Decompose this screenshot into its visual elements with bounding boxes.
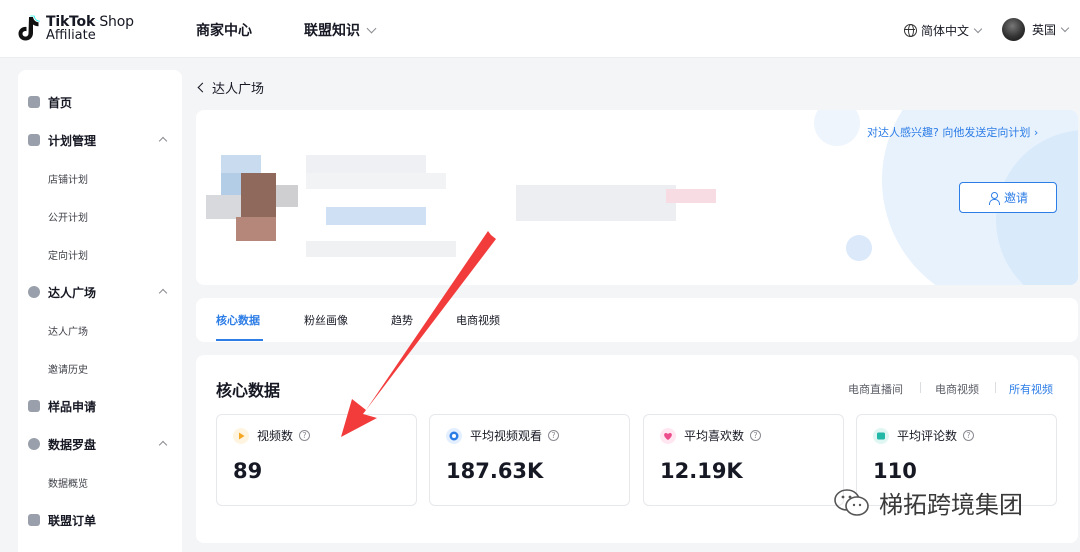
add-user-icon (988, 191, 1000, 205)
tab-ecommerce-videos[interactable]: 电商视频 (456, 312, 500, 328)
divider (920, 382, 921, 393)
globe-icon (904, 24, 917, 37)
sidebar-item-targeted-plan[interactable]: 定向计划 (28, 242, 178, 266)
region-label: 英国 (1032, 23, 1057, 37)
comment-icon (873, 427, 889, 444)
sample-icon (28, 400, 40, 412)
active-tab-indicator (216, 339, 263, 341)
blurred-creator-info (306, 155, 726, 257)
detail-tabs: 核心数据 粉丝画像 趋势 电商视频 (196, 298, 1078, 342)
filter-all-videos[interactable]: 所有视频 (1009, 381, 1053, 397)
avatar (1002, 18, 1025, 41)
chevron-left-icon (197, 82, 208, 93)
creator-profile-card: 对达人感兴趣? 向他发送定向计划 › 邀请 (196, 110, 1078, 285)
help-icon[interactable]: ? (299, 430, 311, 441)
logo-affiliate: Affiliate (46, 28, 96, 43)
chevron-down-icon (973, 24, 983, 33)
metric-card-video-count: 视频数 ? 89 (216, 414, 417, 506)
tiktok-note-icon (18, 14, 42, 44)
sidebar-item-store-plan[interactable]: 店铺计划 (28, 166, 178, 190)
order-icon (28, 514, 40, 526)
metric-value: 187.63K (446, 459, 544, 483)
tab-trends[interactable]: 趋势 (391, 312, 413, 328)
eye-icon (446, 427, 462, 444)
help-icon[interactable]: ? (548, 430, 560, 441)
invite-button[interactable]: 邀请 (959, 182, 1057, 213)
account-menu[interactable]: 英国 (1002, 18, 1070, 41)
help-icon[interactable]: ? (963, 430, 975, 441)
metric-label: 平均评论数 (897, 429, 958, 443)
language-selector[interactable]: 简体中文 (904, 22, 983, 39)
sidebar-group-plan-management[interactable]: 计划管理 (28, 128, 178, 152)
plan-icon (28, 134, 40, 146)
sidebar-item-sample-request[interactable]: 样品申请 (28, 394, 178, 418)
play-icon (233, 427, 249, 444)
sidebar: 首页 计划管理 店铺计划 公开计划 定向计划 达人广场 达人广场 邀请历史 样品… (18, 70, 182, 552)
back-label: 达人广场 (212, 82, 265, 97)
back-link[interactable]: 达人广场 (197, 78, 265, 97)
top-bar: TikTok Shop Affiliate 商家中心 联盟知识 简体中文 英国 (0, 0, 1080, 58)
metric-label: 平均视频观看 (470, 429, 543, 443)
decorative-bubble (846, 235, 872, 261)
heart-icon (660, 427, 676, 444)
decorative-bubble (814, 110, 860, 146)
tab-fan-profile[interactable]: 粉丝画像 (304, 312, 348, 328)
language-label: 简体中文 (921, 24, 970, 38)
sidebar-item-public-plan[interactable]: 公开计划 (28, 204, 178, 228)
metric-value: 110 (873, 459, 917, 483)
divider (995, 382, 996, 393)
sidebar-group-data-compass[interactable]: 数据罗盘 (28, 432, 178, 456)
nav-merchant-center[interactable]: 商家中心 (196, 20, 252, 40)
wechat-icon (833, 487, 871, 519)
chevron-up-icon (158, 440, 168, 450)
metric-card-avg-views: 平均视频观看 ? 187.63K (429, 414, 630, 506)
metric-value: 12.19K (660, 459, 743, 483)
tab-core-data[interactable]: 核心数据 (216, 312, 260, 328)
home-icon (28, 96, 40, 108)
watermark-text: 梯拓跨境集团 (879, 491, 1023, 519)
compass-icon (28, 438, 40, 450)
sidebar-item-home[interactable]: 首页 (28, 90, 178, 114)
nav-affiliate-knowledge[interactable]: 联盟知识 (304, 20, 377, 40)
sidebar-item-creator-plaza[interactable]: 达人广场 (28, 318, 178, 342)
help-icon[interactable]: ? (750, 430, 762, 441)
chevron-down-icon (366, 23, 377, 33)
metric-value: 89 (233, 459, 263, 483)
section-title: 核心数据 (216, 381, 281, 400)
filter-live-room[interactable]: 电商直播间 (848, 381, 903, 397)
chevron-right-icon: › (1033, 126, 1039, 139)
sidebar-group-creator-plaza[interactable]: 达人广场 (28, 280, 178, 304)
sidebar-item-data-overview[interactable]: 数据概览 (28, 470, 178, 494)
send-targeted-plan-link[interactable]: 对达人感兴趣? 向他发送定向计划 › (867, 124, 1038, 140)
watermark: 梯拓跨境集团 (833, 485, 1023, 520)
chevron-up-icon (158, 136, 168, 146)
logo-shop: Shop (95, 14, 134, 30)
metric-card-avg-likes: 平均喜欢数 ? 12.19K (643, 414, 844, 506)
filter-ecommerce-videos[interactable]: 电商视频 (935, 381, 979, 397)
chevron-up-icon (158, 288, 168, 298)
metric-label: 平均喜欢数 (684, 429, 745, 443)
chevron-down-icon (1060, 23, 1070, 32)
sidebar-item-affiliate-orders[interactable]: 联盟订单 (28, 508, 178, 532)
blurred-creator-avatar (206, 155, 306, 245)
creator-icon (28, 286, 40, 298)
tiktok-shop-affiliate-logo[interactable]: TikTok Shop Affiliate (18, 14, 134, 44)
sidebar-item-invite-history[interactable]: 邀请历史 (28, 356, 178, 380)
metric-label: 视频数 (257, 429, 294, 443)
